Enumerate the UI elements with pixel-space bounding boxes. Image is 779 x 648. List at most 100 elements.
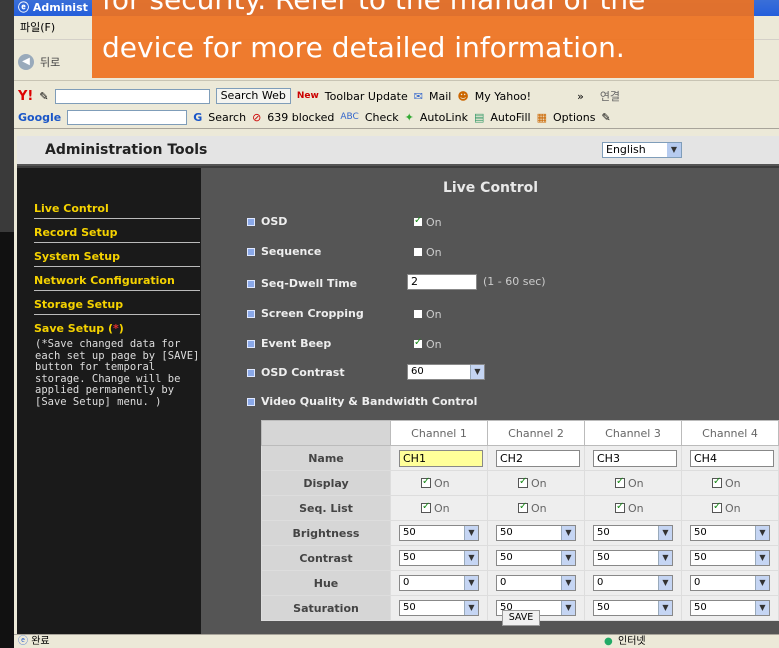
dwell-control: 2 (1 - 60 sec)	[407, 274, 546, 290]
chevron-down-icon[interactable]: ▼	[667, 143, 681, 157]
contrast-select[interactable]: 50 ▼	[690, 550, 770, 566]
hue-select[interactable]: 0 ▼	[593, 575, 673, 591]
chevron-down-icon[interactable]: ▼	[464, 601, 478, 615]
back-icon[interactable]: ◀	[18, 54, 34, 70]
saturation-select[interactable]: 50 ▼	[690, 600, 770, 616]
channel-name-input[interactable]: CH4	[690, 449, 774, 467]
brightness-select[interactable]: 50 ▼	[593, 525, 673, 541]
hue-select[interactable]: 0 ▼	[399, 575, 479, 591]
table-cell: 50 ▼	[681, 595, 779, 621]
table-cell: 0 ▼	[584, 570, 682, 596]
sidebar-item-live-control[interactable]: Live Control	[34, 202, 200, 215]
yahoo-search-input[interactable]	[54, 88, 210, 104]
crop-checkbox[interactable]	[413, 309, 423, 319]
check-link[interactable]: Check	[365, 111, 399, 124]
display-checkbox[interactable]	[518, 476, 528, 489]
channel-header: Channel 2	[487, 420, 585, 446]
osd-contrast-select[interactable]: 60 ▼	[407, 364, 485, 380]
chevron-down-icon[interactable]: ▼	[755, 601, 769, 615]
saturation-select[interactable]: 50 ▼	[593, 600, 673, 616]
chevron-down-icon[interactable]: ▼	[755, 526, 769, 540]
chevron-down-icon[interactable]: ▼	[755, 551, 769, 565]
select-value: 50	[500, 552, 513, 563]
google-search-label[interactable]: Search	[208, 111, 246, 124]
chevron-down-icon[interactable]: ▼	[658, 526, 672, 540]
chevron-down-icon[interactable]: ▼	[561, 551, 575, 565]
brightness-select[interactable]: 50 ▼	[690, 525, 770, 541]
osd-control: On	[413, 215, 442, 229]
chevron-down-icon[interactable]: ▼	[561, 601, 575, 615]
my-yahoo-link[interactable]: My Yahoo!	[475, 90, 531, 103]
google-search-input[interactable]	[67, 109, 188, 125]
chevron-down-icon[interactable]: ▼	[755, 576, 769, 590]
table-cell: 0 ▼	[681, 570, 779, 596]
back-label[interactable]: 뒤로	[40, 54, 60, 70]
crop-on-label: On	[426, 307, 442, 321]
chevron-down-icon[interactable]: ▼	[470, 365, 484, 379]
language-select[interactable]: English ▼	[602, 142, 682, 158]
dwell-time-input[interactable]: 2	[407, 274, 477, 290]
popup-blocker-icon: ⊘	[252, 110, 262, 124]
autolink-link[interactable]: AutoLink	[420, 111, 468, 124]
contrast-select[interactable]: 50 ▼	[399, 550, 479, 566]
mail-link[interactable]: Mail	[429, 90, 451, 103]
chevron-right-icon[interactable]: »	[577, 90, 584, 103]
save-button[interactable]: SAVE	[502, 610, 540, 626]
contrast-select[interactable]: 50 ▼	[496, 550, 576, 566]
beep-checkbox[interactable]	[413, 337, 423, 349]
table-cell: On	[487, 470, 585, 496]
pencil-icon[interactable]: ✎	[39, 90, 48, 103]
display-checkbox[interactable]	[712, 476, 722, 489]
blocked-count[interactable]: 639 blocked	[267, 111, 334, 124]
table-header-row: Channel 1 Channel 2 Channel 3 Channel 4	[261, 420, 779, 446]
brightness-select[interactable]: 50 ▼	[399, 525, 479, 541]
contrast-select[interactable]: 50 ▼	[593, 550, 673, 566]
sidebar-item-system-setup[interactable]: System Setup	[34, 250, 200, 263]
seq-list-checkbox[interactable]	[421, 501, 431, 514]
chevron-down-icon[interactable]: ▼	[658, 601, 672, 615]
yahoo-logo[interactable]: Y!	[18, 89, 33, 104]
instruction-banner: for security. Refer to the manual of the…	[92, 0, 754, 78]
chevron-down-icon[interactable]: ▼	[464, 576, 478, 590]
on-label: On	[725, 476, 741, 490]
chevron-down-icon[interactable]: ▼	[561, 526, 575, 540]
sequence-control: On	[413, 245, 442, 259]
chevron-down-icon[interactable]: ▼	[561, 576, 575, 590]
search-web-button[interactable]: Search Web	[215, 88, 291, 104]
toolbar-update-link[interactable]: Toolbar Update	[325, 90, 408, 103]
saturation-select[interactable]: 50 ▼	[399, 600, 479, 616]
sidebar-item-storage-setup[interactable]: Storage Setup	[34, 298, 200, 311]
hue-select[interactable]: 0 ▼	[690, 575, 770, 591]
channel-name-input[interactable]: CH3	[593, 449, 677, 467]
links-label[interactable]: 연결	[600, 88, 620, 104]
autofill-link[interactable]: AutoFill	[490, 111, 530, 124]
display-checkbox[interactable]	[615, 476, 625, 489]
chevron-down-icon[interactable]: ▼	[658, 551, 672, 565]
seq-list-checkbox[interactable]	[712, 501, 722, 514]
channel-name-input[interactable]: CH1	[399, 449, 483, 467]
row-label: Name	[261, 445, 391, 471]
chevron-down-icon[interactable]: ▼	[464, 551, 478, 565]
osd-checkbox[interactable]	[413, 215, 423, 227]
pencil-icon[interactable]: ✎	[601, 111, 610, 124]
seq-list-checkbox[interactable]	[518, 501, 528, 514]
beep-control: On	[413, 337, 442, 351]
save-setup-label: Save Setup (	[34, 322, 114, 335]
sidebar-item-save-setup[interactable]: Save Setup (*)	[34, 322, 200, 335]
google-logo[interactable]: Google	[18, 111, 61, 124]
options-link[interactable]: Options	[553, 111, 595, 124]
display-checkbox[interactable]	[421, 476, 431, 489]
sidebar-item-record-setup[interactable]: Record Setup	[34, 226, 200, 239]
chevron-down-icon[interactable]: ▼	[658, 576, 672, 590]
sidebar-item-network-configuration[interactable]: Network Configuration	[34, 274, 200, 287]
chevron-down-icon[interactable]: ▼	[464, 526, 478, 540]
sequence-checkbox[interactable]	[413, 247, 423, 257]
google-search-button[interactable]: G	[193, 111, 202, 124]
on-label: On	[531, 501, 547, 515]
channel-name-input[interactable]: CH2	[496, 449, 580, 467]
brightness-select[interactable]: 50 ▼	[496, 525, 576, 541]
seq-list-checkbox[interactable]	[615, 501, 625, 514]
menu-file[interactable]: 파일(F)	[20, 21, 55, 34]
table-cell: On	[390, 495, 488, 521]
hue-select[interactable]: 0 ▼	[496, 575, 576, 591]
